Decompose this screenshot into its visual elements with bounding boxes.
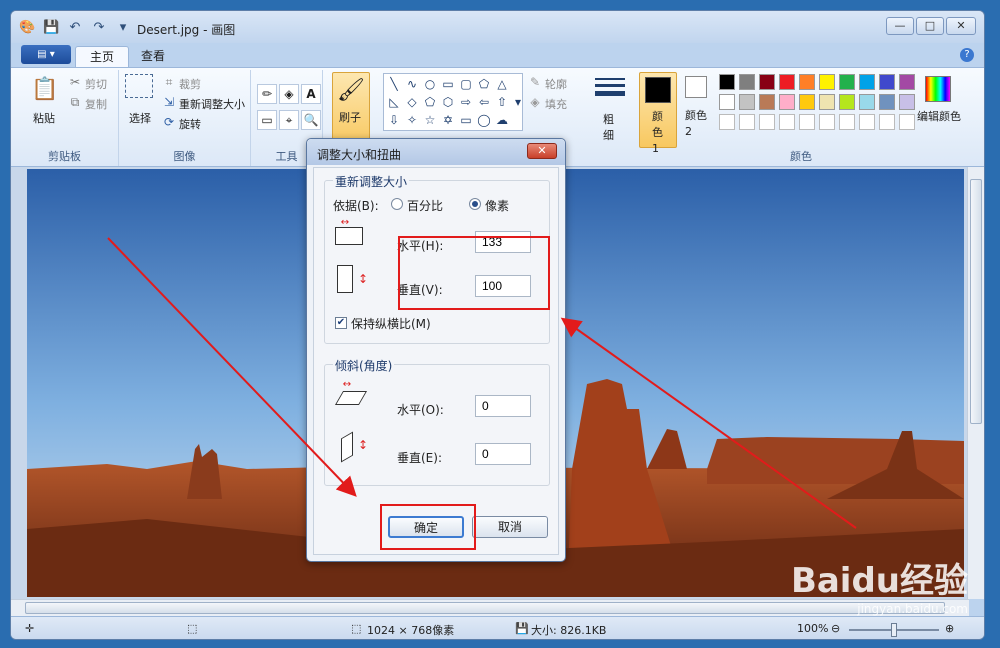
- annotation-arrows: [107, 237, 857, 529]
- baidu-watermark: Baidu经验 jingyan.baidu.com: [791, 553, 968, 616]
- watermark-url: jingyan.baidu.com: [857, 602, 968, 616]
- watermark-brand: Baidu经验: [790, 561, 968, 601]
- arrow-to-inputs: [560, 317, 857, 529]
- arrow-to-ok: [107, 237, 357, 497]
